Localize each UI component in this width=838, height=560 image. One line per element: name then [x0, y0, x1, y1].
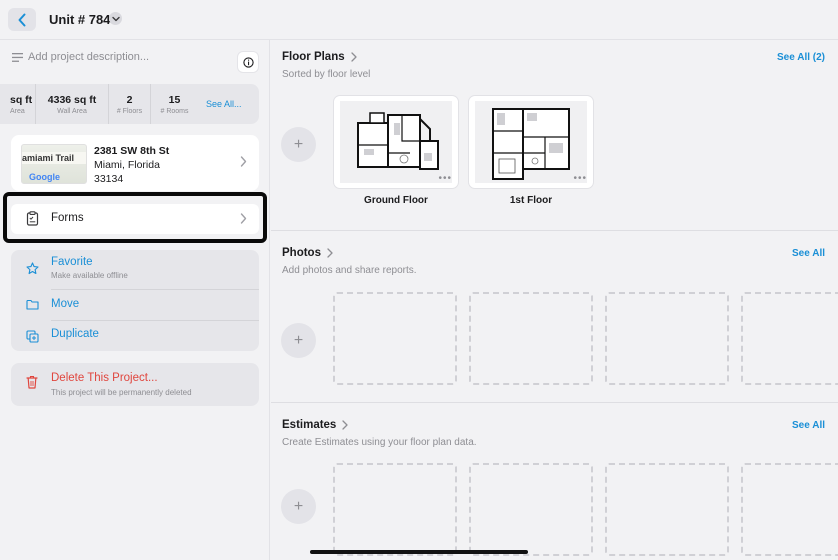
estimate-placeholder — [741, 463, 838, 556]
floor-plans-section: Floor Plans Sorted by floor level See Al… — [271, 40, 838, 230]
address-line-1: 2381 SW 8th St — [94, 145, 170, 157]
floor-plan-thumbnail — [340, 101, 452, 183]
floor-plan-drawing — [357, 112, 439, 170]
map-thumbnail: amiami Trail Google — [21, 144, 87, 184]
stats-bar: sq ft Area 4336 sq ft Wall Area 2 # Floo… — [0, 84, 259, 124]
map-street-label: amiami Trail — [22, 153, 75, 163]
floor-plans-title[interactable]: Floor Plans — [282, 51, 357, 63]
favorite-button[interactable]: Favorite Make available offline — [11, 250, 259, 288]
info-icon — [242, 56, 254, 68]
add-estimate-button[interactable]: + — [281, 489, 316, 524]
favorite-sublabel: Make available offline — [51, 271, 128, 280]
address-line-3: 33134 — [94, 173, 124, 185]
floor-plan-card[interactable]: ••• — [333, 95, 459, 189]
estimates-see-all-link[interactable]: See All — [792, 420, 825, 431]
estimate-placeholder — [469, 463, 593, 556]
estimate-placeholder — [333, 463, 457, 556]
stat-area: sq ft Area — [0, 84, 36, 124]
floor-plan-drawing — [492, 108, 570, 180]
description-placeholder: Add project description... — [28, 51, 150, 63]
actions-group: Favorite Make available offline Move Dup… — [11, 250, 259, 351]
stats-see-all-link[interactable]: See All... — [198, 99, 242, 109]
plus-icon: + — [293, 135, 304, 153]
duplicate-button[interactable]: Duplicate — [11, 321, 259, 351]
delete-sublabel: This project will be permanently deleted — [51, 388, 192, 397]
floor-plan-name: 1st Floor — [509, 195, 553, 206]
folder-icon — [26, 299, 39, 310]
trash-icon — [26, 375, 38, 389]
floor-plan-card[interactable]: ••• — [468, 95, 594, 189]
add-floor-plan-button[interactable]: + — [281, 127, 316, 162]
map-brand: Google — [29, 172, 60, 182]
top-bar: Unit # 784 — [0, 0, 838, 40]
chevron-right-icon — [240, 156, 247, 167]
back-button[interactable] — [8, 8, 36, 31]
address-text: 2381 SW 8th St Miami, Florida 33134 — [94, 144, 169, 186]
stat-wall-area: 4336 sq ft Wall Area — [36, 84, 109, 124]
info-button[interactable] — [237, 51, 259, 73]
stat-floors: 2 # Floors — [109, 84, 151, 124]
plus-icon: + — [293, 497, 304, 515]
chevron-right-icon — [350, 52, 357, 62]
move-button[interactable]: Move — [11, 290, 259, 320]
floor-plans-subtitle: Sorted by floor level — [282, 69, 371, 80]
duplicate-icon — [26, 330, 39, 343]
clipboard-icon — [26, 211, 39, 226]
project-sidebar: Add project description... sq ft Area 43… — [0, 40, 270, 560]
forms-button[interactable]: Forms — [11, 204, 259, 234]
more-icon[interactable]: ••• — [573, 173, 587, 184]
floor-plans-see-all-link[interactable]: See All (2) — [777, 52, 825, 63]
estimates-title[interactable]: Estimates — [282, 419, 348, 431]
stat-rooms: 15 # Rooms — [160, 93, 189, 115]
photos-section: Photos Add photos and share reports. See… — [271, 231, 838, 401]
delete-project-button[interactable]: Delete This Project... This project will… — [11, 363, 259, 406]
project-content: Floor Plans Sorted by floor level See Al… — [271, 40, 838, 560]
plus-icon: + — [293, 331, 304, 349]
forms-label: Forms — [51, 212, 84, 224]
description-field[interactable]: Add project description... — [12, 51, 149, 63]
chevron-left-icon — [18, 13, 26, 26]
delete-label: Delete This Project... — [51, 372, 158, 384]
estimates-subtitle: Create Estimates using your floor plan d… — [282, 437, 477, 448]
favorite-label: Favorite — [51, 256, 93, 268]
move-label: Move — [51, 298, 80, 310]
photo-placeholder — [605, 292, 729, 385]
floor-plan-name: Ground Floor — [364, 195, 428, 206]
star-icon — [26, 262, 39, 275]
title-menu-button[interactable] — [109, 12, 122, 25]
floor-plan-thumbnail — [475, 101, 587, 183]
page-title: Unit # 784 — [49, 12, 111, 27]
lines-icon — [12, 52, 23, 62]
chevron-right-icon — [342, 420, 348, 430]
estimate-placeholder — [605, 463, 729, 556]
duplicate-label: Duplicate — [51, 328, 99, 340]
photos-see-all-link[interactable]: See All — [792, 248, 825, 259]
photo-placeholder — [741, 292, 838, 385]
chevron-right-icon — [327, 248, 333, 258]
photos-subtitle: Add photos and share reports. — [282, 265, 417, 276]
address-line-2: Miami, Florida — [94, 159, 160, 171]
add-photo-button[interactable]: + — [281, 323, 316, 358]
home-indicator[interactable] — [310, 550, 528, 554]
photos-title[interactable]: Photos — [282, 247, 333, 259]
photo-placeholder — [333, 292, 457, 385]
estimates-section: Estimates Create Estimates using your fl… — [271, 403, 838, 560]
address-card[interactable]: amiami Trail Google 2381 SW 8th St Miami… — [11, 135, 259, 191]
photo-placeholder — [469, 292, 593, 385]
more-icon[interactable]: ••• — [438, 173, 452, 184]
chevron-down-icon — [111, 16, 120, 21]
chevron-right-icon — [240, 213, 247, 224]
